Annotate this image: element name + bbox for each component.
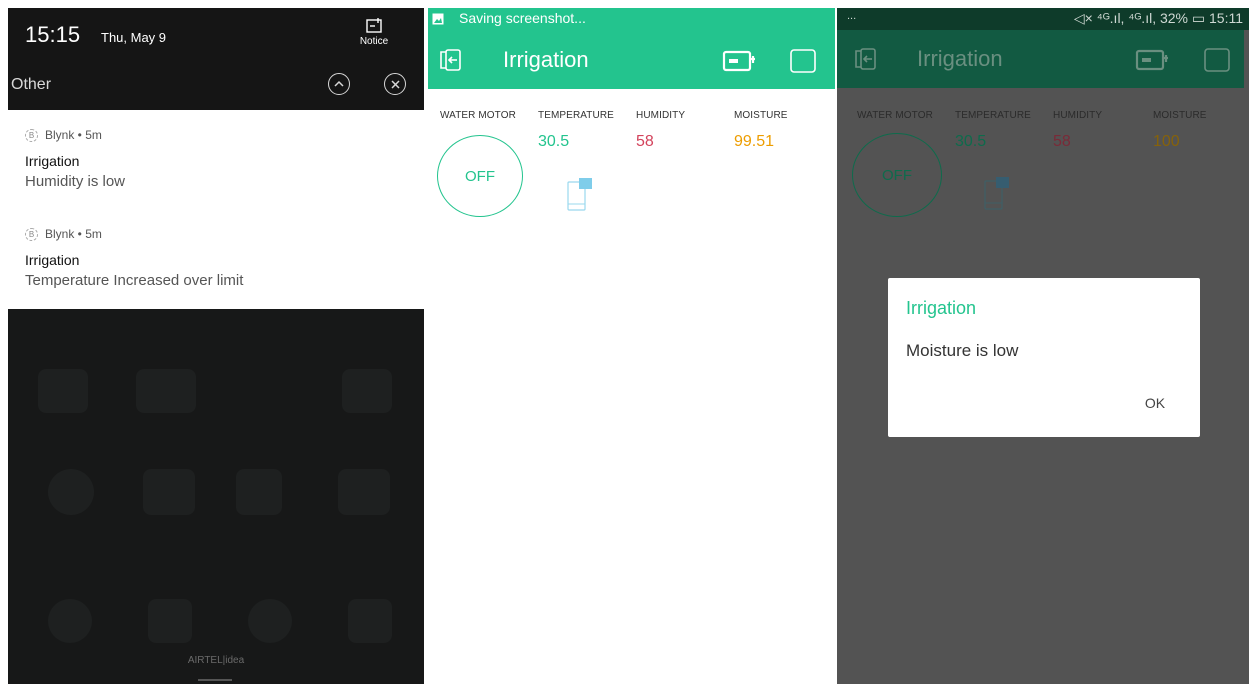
water-motor-button[interactable]: OFF: [437, 135, 523, 217]
notification-item[interactable]: B Blynk • 5m Irrigation Humidity is low: [8, 110, 424, 210]
play-stop-icon[interactable]: [789, 48, 817, 74]
exit-project-icon[interactable]: [437, 47, 463, 73]
ok-button[interactable]: OK: [1135, 385, 1175, 421]
notification-app: Blynk: [45, 227, 75, 241]
blynk-app-screen: Saving screenshot... Irrigation WATER MO…: [428, 8, 835, 684]
collapse-button[interactable]: [328, 73, 350, 95]
app-icon-ghost: [38, 369, 88, 413]
app-toolbar: Irrigation: [428, 31, 835, 89]
temperature-value: 30.5: [538, 133, 570, 150]
dock-icon-ghost: [48, 599, 92, 643]
humidity-label: HUMIDITY: [636, 110, 686, 121]
chevron-up-icon: [334, 80, 344, 87]
app-toolbar: Irrigation: [837, 30, 1244, 88]
temperature-label: TEMPERATURE: [955, 110, 1031, 121]
alert-dialog: Irrigation Moisture is low OK: [888, 278, 1200, 437]
notification-body: Humidity is low: [25, 173, 126, 190]
clock-time: 15:15: [25, 22, 81, 47]
status-bar: ... ◁× ⁴ᴳ.ıl, ⁴ᴳ.ıl, 32% ▭ 15:11: [837, 8, 1249, 30]
device-icon[interactable]: [722, 49, 758, 73]
blynk-app-icon: B: [25, 128, 38, 142]
notification-shade: 15:15 Thu, May 9 Notice Other B Blynk • …: [8, 8, 424, 684]
notification-body: Temperature Increased over limit: [25, 272, 244, 289]
moisture-value: 99.51: [734, 133, 775, 150]
group-label: Other: [11, 76, 52, 93]
moisture-label: MOISTURE: [734, 110, 788, 121]
notification-item[interactable]: B Blynk • 5m Irrigation Temperature Incr…: [8, 209, 424, 309]
dialog-message: Moisture is low: [906, 341, 1019, 360]
blynk-app-screen-dimmed: ... ◁× ⁴ᴳ.ıl, ⁴ᴳ.ıl, 32% ▭ 15:11 Irrigat…: [837, 8, 1249, 684]
device-tile-icon: [984, 177, 1009, 210]
app-icon-ghost: [338, 469, 390, 515]
app-icon-ghost: [236, 469, 282, 515]
app-icon-ghost: [136, 369, 196, 413]
water-motor-label: WATER MOTOR: [857, 110, 933, 121]
humidity-value: 58: [636, 133, 654, 150]
blynk-app-icon: B: [25, 227, 38, 241]
water-motor-label: WATER MOTOR: [440, 110, 516, 121]
notice-icon: [366, 18, 382, 33]
project-title: Irrigation: [503, 47, 589, 72]
moisture-value: 100: [1153, 133, 1180, 150]
temperature-label: TEMPERATURE: [538, 110, 614, 121]
notification-age: 5m: [85, 128, 102, 142]
humidity-label: HUMIDITY: [1053, 110, 1103, 121]
dock-icon-ghost: [348, 599, 392, 643]
project-title: Irrigation: [917, 46, 1003, 71]
humidity-value: 58: [1053, 133, 1071, 150]
dialog-title: Irrigation: [906, 298, 977, 318]
notification-app: Blynk: [45, 128, 75, 142]
carrier-label: AIRTEL|idea: [187, 655, 245, 666]
home-screen-dimmed: AIRTEL|idea: [8, 309, 424, 684]
notification-age: 5m: [85, 227, 102, 241]
clock-date: Thu, May 9: [101, 30, 167, 45]
app-icon-ghost: [48, 469, 94, 515]
notification-title: Irrigation: [25, 252, 80, 268]
dock-icon-ghost: [248, 599, 292, 643]
water-motor-button: OFF: [852, 133, 942, 217]
status-indicators: ◁× ⁴ᴳ.ıl, ⁴ᴳ.ıl, 32% ▭ 15:11: [1073, 10, 1243, 26]
moisture-label: MOISTURE: [1153, 110, 1207, 121]
notification-meta: B Blynk • 5m: [25, 128, 102, 142]
home-indicator[interactable]: [198, 679, 232, 681]
play-stop-icon: [1204, 48, 1230, 72]
device-icon: [1135, 49, 1168, 71]
temperature-value: 30.5: [955, 133, 987, 150]
close-icon: [390, 79, 400, 89]
app-icon-ghost: [342, 369, 392, 413]
clear-button[interactable]: [384, 73, 406, 95]
dock-icon-ghost: [148, 599, 192, 643]
notice-button[interactable]: Notice: [354, 18, 394, 47]
status-bar: Saving screenshot...: [428, 8, 835, 31]
app-icon-ghost: [143, 469, 195, 515]
status-dots: ...: [847, 10, 857, 22]
exit-project-icon: [855, 48, 876, 70]
notification-meta: B Blynk • 5m: [25, 227, 102, 241]
image-icon: [432, 13, 444, 25]
status-text: Saving screenshot...: [459, 10, 586, 26]
notification-title: Irrigation: [25, 153, 80, 169]
device-tile-icon[interactable]: [566, 177, 594, 213]
notice-label: Notice: [359, 36, 389, 47]
shade-header: 15:15 Thu, May 9 Notice Other: [8, 8, 424, 110]
